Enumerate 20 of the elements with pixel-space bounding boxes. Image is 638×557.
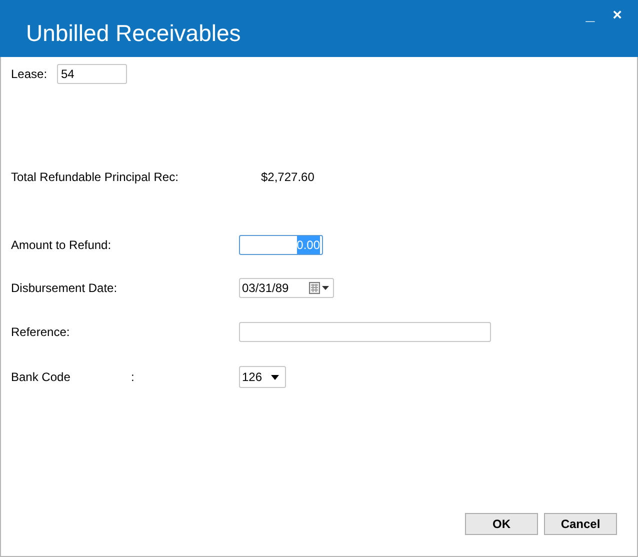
caret-icon	[271, 374, 279, 380]
bank-code-label: Bank Code	[11, 369, 72, 386]
reference-label: Reference:	[11, 324, 71, 341]
total-label: Total Refundable Principal Rec:	[11, 169, 180, 186]
bank-code-colon: :	[131, 369, 136, 386]
amount-value: 0.00	[296, 236, 320, 254]
calendar-dropdown-icon	[309, 282, 331, 294]
amount-label: Amount to Refund:	[11, 237, 112, 254]
lease-field[interactable]: 54	[57, 64, 127, 84]
lease-label: Lease:	[11, 66, 48, 83]
total-value: $2,727.60	[261, 169, 314, 186]
cancel-button[interactable]: Cancel	[544, 513, 617, 535]
reference-field[interactable]	[239, 322, 491, 342]
window-title: Unbilled Receivables	[26, 19, 241, 47]
date-label: Disbursement Date:	[11, 280, 118, 297]
ok-button[interactable]: OK	[465, 513, 538, 535]
minimize-button[interactable]: _	[584, 6, 597, 26]
date-picker[interactable]: 03/31/89	[239, 278, 334, 298]
bank-code-dropdown[interactable]: 126	[239, 366, 286, 388]
close-button[interactable]: ×	[610, 6, 624, 26]
